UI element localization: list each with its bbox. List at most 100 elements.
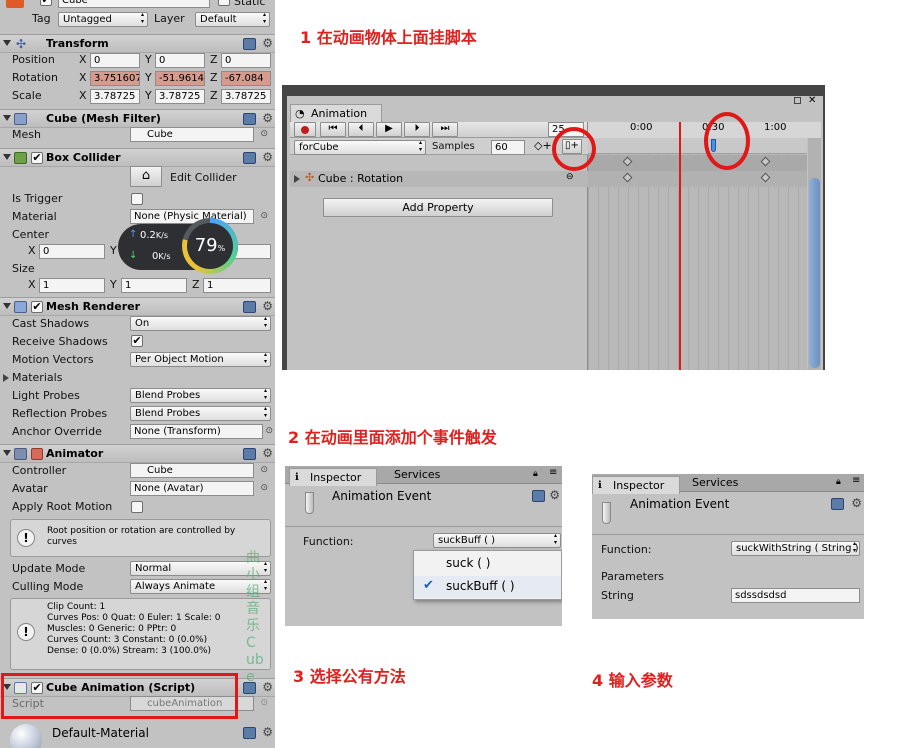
rotation-y-field[interactable]: -51.9614 (155, 71, 205, 86)
layer-dropdown[interactable]: Default (195, 12, 270, 27)
reflection-probes-dropdown[interactable]: Blend Probes (130, 406, 271, 421)
collapse-icon[interactable] (3, 115, 11, 121)
light-probes-dropdown[interactable]: Blend Probes (130, 388, 271, 403)
lock-icon[interactable]: 🔒︎ (836, 477, 841, 487)
box-collider-enabled-checkbox[interactable]: ✔ (31, 152, 43, 164)
object-picker-icon[interactable]: ⊙ (260, 465, 268, 475)
object-name-field[interactable]: Cube (58, 0, 210, 8)
avatar-field[interactable]: None (Avatar) (130, 481, 254, 496)
prev-keyframe-button[interactable]: ⏴ (348, 122, 374, 137)
property-options-icon[interactable]: ⊖ (566, 172, 574, 182)
object-picker-icon[interactable]: ⊙ (260, 483, 268, 493)
menu-icon[interactable]: ≡ (549, 467, 557, 478)
services-tab[interactable]: Services (394, 468, 440, 481)
position-y-field[interactable]: 0 (155, 53, 205, 68)
string-parameter-input[interactable]: sdssdsdsd (731, 588, 860, 603)
maximize-icon[interactable] (794, 97, 801, 104)
scale-y-field[interactable]: 3.78725 (155, 89, 205, 104)
inspector-tab[interactable]: ℹ Inspector (289, 468, 377, 486)
scale-z-field[interactable]: 3.78725 (221, 89, 271, 104)
collapse-icon[interactable] (3, 40, 11, 46)
playhead-line[interactable] (679, 122, 681, 370)
collapse-icon[interactable] (3, 450, 11, 456)
help-book-icon[interactable] (243, 113, 256, 125)
physic-material-field[interactable]: None (Physic Material) (130, 209, 254, 224)
animation-tab[interactable]: ◔ Animation (290, 104, 382, 122)
clip-dropdown[interactable]: forCube (294, 140, 426, 155)
help-book-icon[interactable] (243, 152, 256, 164)
gear-icon[interactable]: ⚙ (549, 488, 560, 502)
gear-icon[interactable]: ⚙ (262, 725, 273, 739)
object-picker-icon[interactable]: ⊙ (265, 426, 273, 436)
gear-icon[interactable]: ⚙ (262, 299, 273, 313)
mesh-filter-header[interactable]: Cube (Mesh Filter) ⚙ (0, 109, 275, 128)
rotation-x-field[interactable]: 3.751607 (90, 71, 140, 86)
rotation-z-field[interactable]: -67.084 (221, 71, 271, 86)
position-z-field[interactable]: 0 (221, 53, 271, 68)
anchor-override-field[interactable]: None (Transform) (130, 424, 263, 439)
animator-enabled-checkbox[interactable] (31, 448, 43, 460)
receive-shadows-checkbox[interactable]: ✔ (131, 335, 143, 347)
function-dropdown[interactable]: suckBuff ( ) (433, 533, 561, 548)
object-picker-icon[interactable]: ⊙ (260, 129, 268, 139)
mesh-renderer-header[interactable]: ✔ Mesh Renderer ⚙ (0, 297, 275, 316)
mesh-field[interactable]: Cube (130, 127, 254, 142)
size-x-field[interactable]: 1 (39, 278, 105, 293)
close-icon[interactable]: ✕ (808, 95, 816, 106)
event-row[interactable] (588, 138, 807, 154)
first-keyframe-button[interactable]: ⏮ (320, 122, 346, 137)
mesh-renderer-enabled-checkbox[interactable]: ✔ (31, 301, 43, 313)
edit-collider-button[interactable]: ⌂ (130, 166, 162, 187)
controller-field[interactable]: Cube (130, 463, 254, 478)
option-suckbuff[interactable]: suckBuff ( ) (446, 579, 515, 593)
scale-x-field[interactable]: 3.78725 (90, 89, 140, 104)
collapse-icon[interactable] (3, 154, 11, 160)
timeline-scrollbar-thumb[interactable] (809, 178, 820, 368)
record-button[interactable] (294, 122, 316, 137)
help-book-icon[interactable] (532, 490, 545, 502)
menu-icon[interactable]: ≡ (852, 475, 860, 486)
help-book-icon[interactable] (243, 448, 256, 460)
cast-shadows-dropdown[interactable]: On (130, 316, 271, 331)
gear-icon[interactable]: ⚙ (262, 36, 273, 50)
materials-label[interactable]: Materials (12, 371, 62, 384)
play-button[interactable]: ▶ (376, 122, 402, 137)
inspector-tab[interactable]: ℹ Inspector (592, 476, 680, 494)
expand-icon[interactable] (294, 175, 300, 183)
static-checkbox[interactable] (218, 0, 230, 6)
add-property-button[interactable]: Add Property (323, 198, 553, 217)
option-suck[interactable]: suck ( ) (446, 556, 490, 570)
object-picker-icon[interactable]: ⊙ (260, 211, 268, 221)
gear-icon[interactable]: ⚙ (262, 446, 273, 460)
gear-icon[interactable]: ⚙ (262, 111, 273, 125)
timeline-scrollbar[interactable] (808, 138, 821, 370)
active-checkbox[interactable]: ✔ (40, 0, 52, 6)
center-x-field[interactable]: 0 (39, 244, 105, 259)
function-dropdown[interactable]: suckWithString ( String ) (731, 541, 860, 556)
help-book-icon[interactable] (243, 727, 256, 739)
help-book-icon[interactable] (243, 38, 256, 50)
size-y-field[interactable]: 1 (121, 278, 187, 293)
transform-header[interactable]: ✣ Transform ⚙ (0, 34, 275, 53)
position-x-field[interactable]: 0 (90, 53, 140, 68)
samples-field[interactable]: 60 (491, 140, 525, 155)
collapse-icon[interactable] (3, 303, 11, 309)
box-collider-header[interactable]: ✔ Box Collider ⚙ (0, 148, 275, 167)
gear-icon[interactable]: ⚙ (851, 496, 862, 510)
tag-dropdown[interactable]: Untagged (58, 12, 148, 27)
last-keyframe-button[interactable]: ⏭ (432, 122, 458, 137)
next-keyframe-button[interactable]: ⏵ (404, 122, 430, 137)
lock-icon[interactable]: 🔒︎ (533, 469, 538, 479)
help-book-icon[interactable] (831, 498, 844, 510)
services-tab[interactable]: Services (692, 476, 738, 489)
size-z-field[interactable]: 1 (203, 278, 271, 293)
property-row[interactable]: ✣ Cube : Rotation ⊖ (290, 171, 588, 187)
animator-header[interactable]: Animator ⚙ (0, 444, 275, 463)
add-keyframe-icon[interactable]: ◇+ (534, 139, 552, 152)
is-trigger-checkbox[interactable] (131, 193, 143, 205)
materials-expand-icon[interactable] (3, 374, 9, 382)
gear-icon[interactable]: ⚙ (262, 150, 273, 164)
motion-vectors-dropdown[interactable]: Per Object Motion (130, 352, 271, 367)
network-speed-widget[interactable]: ↑ 0.2K/s ↓ 0K/s 79% (118, 218, 238, 274)
apply-root-motion-checkbox[interactable] (131, 501, 143, 513)
